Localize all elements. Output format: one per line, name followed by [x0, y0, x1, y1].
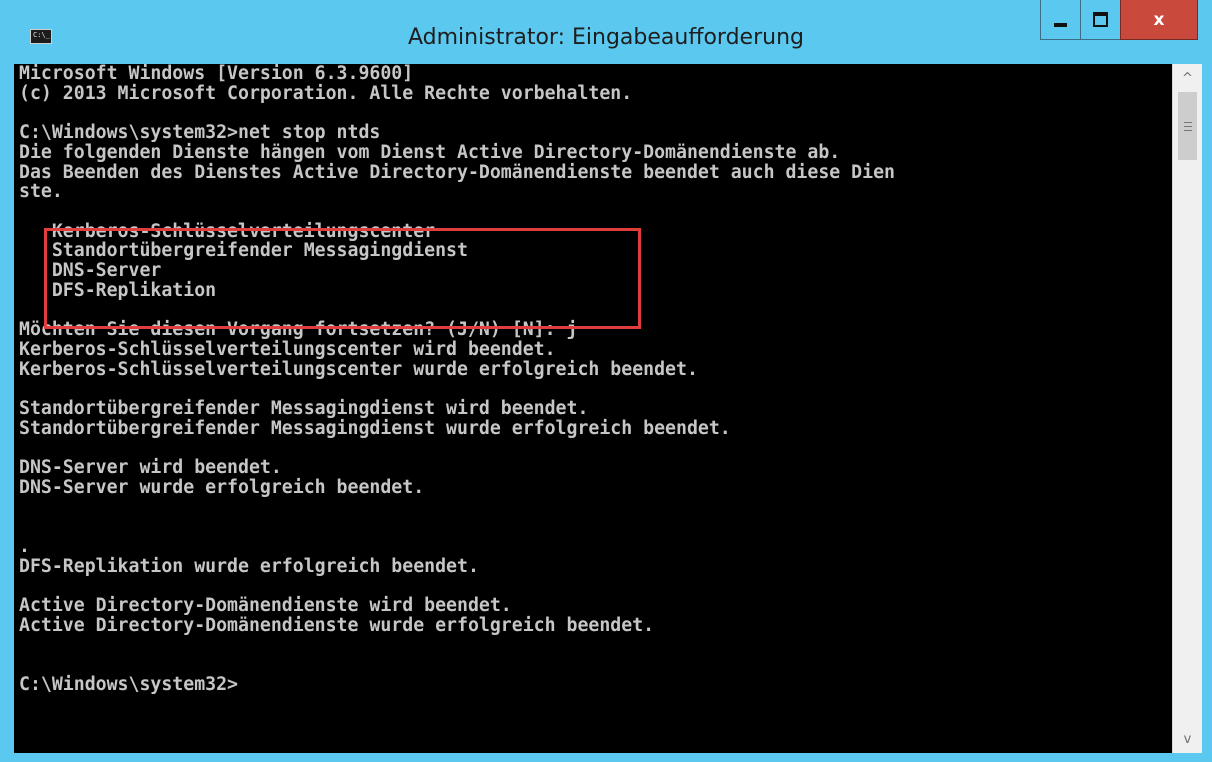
console-output[interactable]: Microsoft Windows [Version 6.3.9600] (c)…	[14, 64, 1172, 753]
window-title: Administrator: Eingabeaufforderung	[408, 25, 804, 50]
console-line: Die folgenden Dienste hängen vom Dienst …	[19, 141, 841, 163]
window-controls: x	[1040, 0, 1198, 40]
console-line: .	[19, 535, 30, 557]
window-bottom-border	[0, 753, 1212, 762]
console-text: Microsoft Windows [Version 6.3.9600] (c)…	[14, 64, 1172, 695]
console-line: (c) 2013 Microsoft Corporation. Alle Rec…	[19, 82, 633, 104]
console-line: C:\Windows\system32>	[19, 673, 238, 695]
console-line: DFS-Replikation wurde erfolgreich beende…	[19, 555, 479, 577]
scroll-up-icon[interactable]: ^	[1173, 66, 1202, 90]
console-line: DNS-Server wurde erfolgreich beendet.	[19, 476, 425, 498]
scroll-thumb[interactable]	[1178, 92, 1197, 160]
title-bar[interactable]: C:\_ Administrator: Eingabeaufforderung …	[0, 0, 1212, 64]
console-line: Active Directory-Domänendienste wurde er…	[19, 614, 655, 636]
highlight-box	[44, 228, 641, 329]
console-line: Kerberos-Schlüsselverteilungscenter wurd…	[19, 358, 698, 380]
close-icon: x	[1153, 9, 1165, 30]
console-line: ste.	[19, 181, 63, 203]
vertical-scrollbar[interactable]: ^ v	[1172, 64, 1202, 753]
console-line: DNS-Server wird beendet.	[19, 457, 282, 479]
console-line: Standortübergreifender Messagingdienst w…	[19, 397, 589, 419]
minimize-icon	[1054, 22, 1067, 27]
grip-icon	[1183, 121, 1192, 131]
console-line: Standortübergreifender Messagingdienst w…	[19, 417, 731, 439]
scroll-down-icon[interactable]: v	[1173, 727, 1202, 751]
console-line: Active Directory-Domänendienste wird bee…	[19, 594, 512, 616]
minimize-button[interactable]	[1040, 0, 1080, 40]
console-line: Microsoft Windows [Version 6.3.9600]	[19, 64, 414, 84]
console-line: C:\Windows\system32>net stop ntds	[19, 122, 381, 144]
maximize-button[interactable]	[1080, 0, 1120, 40]
console-line: Kerberos-Schlüsselverteilungscenter wird…	[19, 338, 556, 360]
close-button[interactable]: x	[1120, 0, 1198, 40]
console-line: Das Beenden des Dienstes Active Director…	[19, 161, 895, 183]
maximize-icon	[1093, 12, 1108, 27]
command-prompt-window: C:\_ Administrator: Eingabeaufforderung …	[0, 0, 1212, 762]
